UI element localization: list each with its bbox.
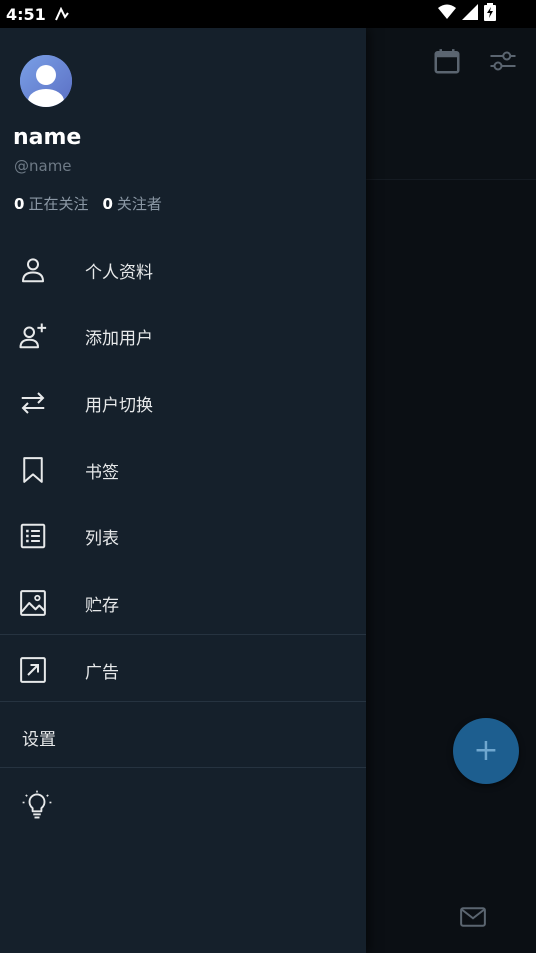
- signal-icon: [462, 4, 478, 20]
- wifi-icon: [438, 4, 456, 19]
- theme-toggle[interactable]: [0, 772, 366, 838]
- menu-item-ads[interactable]: 广告: [0, 637, 366, 703]
- image-icon: [20, 590, 46, 616]
- swap-icon: [21, 392, 45, 414]
- plus-icon: +: [473, 733, 499, 768]
- menu-item-label: 贮存: [85, 595, 119, 616]
- followers-stat[interactable]: 0 关注者: [102, 193, 161, 214]
- following-count: 0: [14, 195, 25, 213]
- menu-item-settings[interactable]: 设置: [0, 704, 366, 770]
- menu-item-bookmarks[interactable]: 书签: [0, 437, 366, 503]
- person-add-icon: [19, 323, 47, 349]
- lightbulb-icon: [22, 790, 52, 819]
- status-time: 4:51: [6, 4, 46, 24]
- menu-item-profile[interactable]: 个人资料: [0, 237, 366, 303]
- person-icon: [22, 258, 44, 283]
- navigation-drawer: name @name 0 正在关注 0 关注者 个人资料 添加用户 用户切换 书…: [0, 28, 366, 953]
- avatar[interactable]: [20, 55, 72, 107]
- menu-item-switch-user[interactable]: 用户切换: [0, 370, 366, 436]
- menu-item-add-user[interactable]: 添加用户: [0, 303, 366, 369]
- mail-icon[interactable]: [458, 902, 488, 932]
- settings-label: 设置: [22, 729, 56, 750]
- menu-item-label: 列表: [85, 528, 119, 549]
- profile-display-name[interactable]: name: [13, 125, 81, 150]
- menu-item-label: 用户切换: [85, 395, 153, 416]
- menu-item-lists[interactable]: 列表: [0, 503, 366, 569]
- followers-label: 关注者: [116, 195, 162, 213]
- default-avatar-icon: [20, 55, 72, 107]
- divider: [0, 634, 366, 635]
- menu-item-label: 添加用户: [85, 328, 153, 349]
- compose-fab[interactable]: +: [453, 718, 519, 784]
- status-bar: 4:51: [0, 0, 536, 28]
- menu-item-label: 书签: [85, 462, 119, 483]
- following-stat[interactable]: 0 正在关注: [14, 193, 88, 214]
- divider: [0, 767, 366, 768]
- filter-sliders-icon[interactable]: [488, 46, 518, 76]
- menu-item-label: 广告: [85, 662, 119, 683]
- list-icon: [20, 523, 46, 549]
- bookmark-icon: [23, 457, 43, 483]
- notification-app-icon: [54, 7, 69, 21]
- profile-handle: @name: [14, 157, 72, 175]
- calendar-icon[interactable]: [432, 46, 462, 76]
- followers-count: 0: [102, 195, 113, 213]
- follow-stats: 0 正在关注 0 关注者: [14, 193, 162, 214]
- menu-item-storage[interactable]: 贮存: [0, 570, 366, 636]
- following-label: 正在关注: [28, 195, 89, 213]
- battery-charging-icon: [484, 3, 496, 21]
- divider: [0, 701, 366, 702]
- external-link-icon: [20, 657, 46, 683]
- menu-item-label: 个人资料: [85, 262, 153, 283]
